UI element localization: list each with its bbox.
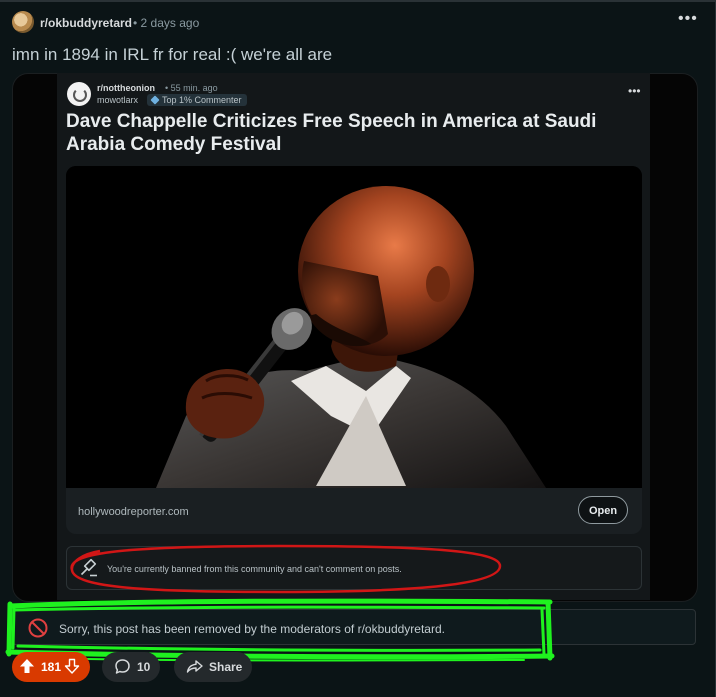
crosspost-overflow-icon: ••• xyxy=(628,84,641,98)
crosspost-username: mowotlarx xyxy=(97,95,139,105)
post-time: • 2 days ago xyxy=(133,16,200,30)
share-arrow-icon[interactable] xyxy=(186,658,203,675)
subreddit-link[interactable]: r/okbuddyretard xyxy=(40,16,132,30)
speaker-illustration xyxy=(66,166,642,488)
subreddit-avatar-icon[interactable] xyxy=(12,11,34,33)
removed-notice-text: Sorry, this post has been removed by the… xyxy=(59,622,445,636)
comment-count[interactable]: 10 xyxy=(137,660,150,674)
crosspost-time: • 55 min. ago xyxy=(165,83,218,93)
article-photo xyxy=(66,166,642,488)
comments-button[interactable] xyxy=(102,652,160,682)
comment-bubble-icon[interactable] xyxy=(114,658,131,675)
post-title[interactable]: imn in 1894 in IRL fr for real :( we're … xyxy=(12,45,332,65)
badge-label: Top 1% Commenter xyxy=(162,95,242,105)
upvote-arrow-icon[interactable] xyxy=(19,658,35,674)
window-top-border xyxy=(0,0,716,2)
vote-count: 181 xyxy=(41,660,62,674)
badge-icon xyxy=(150,95,160,105)
banned-notice-text: You're currently banned from this commun… xyxy=(107,564,402,574)
crosspost-subreddit: r/nottheonion xyxy=(97,83,155,93)
article-domain[interactable]: hollywoodreporter.com xyxy=(78,506,189,518)
crosspost-headline: Dave Chappelle Criticizes Free Speech in… xyxy=(66,111,597,155)
gavel-icon xyxy=(80,558,97,577)
downvote-arrow-icon[interactable] xyxy=(64,658,80,674)
top-commenter-badge: Top 1% Commenter xyxy=(147,94,247,106)
post-overflow-menu-button[interactable]: ••• xyxy=(678,10,698,28)
open-article-button[interactable]: Open xyxy=(578,496,628,524)
crosspost-subreddit-avatar-icon xyxy=(67,82,91,106)
share-label[interactable]: Share xyxy=(209,660,242,674)
ban-icon xyxy=(28,618,48,638)
